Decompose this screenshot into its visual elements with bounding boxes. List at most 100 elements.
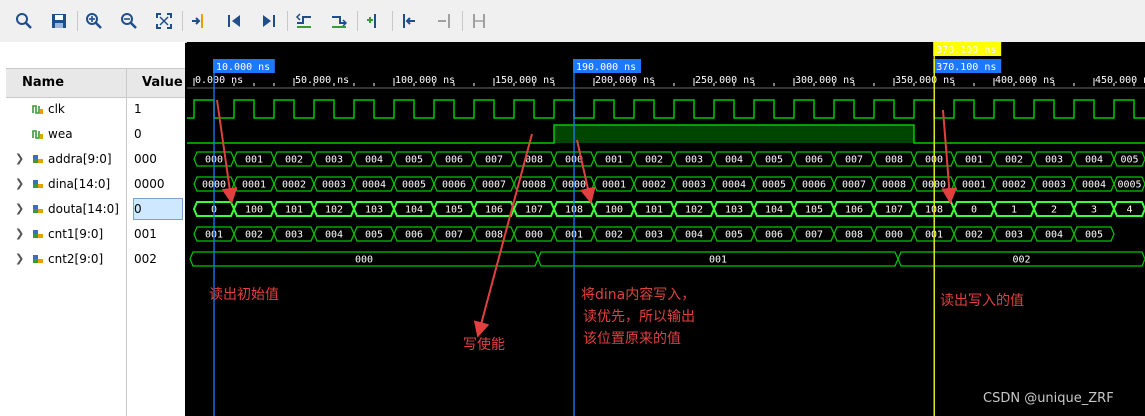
- waveform-canvas[interactable]: 0.000 ns 50.000 ns 100.000 ns 150.000 ns 200…: [187, 42, 1145, 416]
- addra-value: 007: [485, 155, 503, 166]
- wea-high-fill: [554, 125, 914, 143]
- signal-list-header: Name Value: [6, 68, 185, 98]
- swap-cursors-button[interactable]: [467, 9, 491, 33]
- douta-value: 101: [285, 205, 303, 216]
- zoom-fit-button[interactable]: [12, 9, 36, 33]
- time-tick-label: 50.000 ns: [295, 75, 349, 86]
- addra-value: 002: [1005, 155, 1023, 166]
- addra-value: 001: [605, 155, 623, 166]
- signal-value: 0000: [134, 177, 165, 191]
- addra-value: 001: [965, 155, 983, 166]
- signal-row-cnt1[interactable]: ❯ cnt1[9:0] 001: [6, 222, 185, 247]
- signal-row-douta[interactable]: ❯ douta[14:0] 0: [6, 197, 185, 222]
- cnt1-value: 000: [525, 230, 543, 241]
- signal-row-dina[interactable]: ❯ dina[14:0] 0000: [6, 172, 185, 197]
- signal-row-clk[interactable]: clk 1: [6, 97, 185, 122]
- expand-chevron-icon[interactable]: ❯: [15, 177, 24, 190]
- douta-value: 1: [1011, 205, 1017, 216]
- addra-value: 008: [885, 155, 903, 166]
- next-marker-button[interactable]: [432, 9, 456, 33]
- cnt1-value: 004: [1045, 230, 1063, 241]
- expand-chevron-icon[interactable]: ❯: [15, 227, 24, 240]
- toolbar-separator: [462, 11, 463, 31]
- toolbar-separator: [357, 11, 358, 31]
- douta-value: 4: [1126, 205, 1132, 216]
- dina-value: 0001: [602, 180, 626, 191]
- douta-value: 0: [971, 205, 977, 216]
- expand-chevron-icon[interactable]: ❯: [15, 152, 24, 165]
- dina-value: 0004: [1082, 180, 1106, 191]
- time-tick-label: 200.000 ns: [595, 75, 655, 86]
- signal-name: wea: [48, 127, 73, 141]
- addra-value: 003: [325, 155, 343, 166]
- douta-value: 106: [485, 205, 503, 216]
- signal-row-addra[interactable]: ❯ addra[9:0] 000: [6, 147, 185, 172]
- addra-value: 004: [365, 155, 383, 166]
- name-column-header[interactable]: Name: [22, 75, 64, 90]
- dina-value: 0008: [882, 180, 906, 191]
- go-to-cursor-icon: [192, 14, 203, 28]
- zoom-in-button[interactable]: [82, 9, 106, 33]
- annotation-read-written: 读出写入的值: [940, 292, 1024, 309]
- addra-value: 003: [685, 155, 703, 166]
- cnt1-value: 008: [485, 230, 503, 241]
- dina-value: 0005: [762, 180, 786, 191]
- previous-marker-button[interactable]: [397, 9, 421, 33]
- dina-value: 0008: [522, 180, 546, 191]
- save-icon: [52, 14, 66, 28]
- waveform-toolbar: [0, 0, 1145, 43]
- go-to-last-time-button[interactable]: [257, 9, 281, 33]
- cnt1-value: 002: [965, 230, 983, 241]
- zoom-out-button[interactable]: [117, 9, 141, 33]
- douta-value: 100: [245, 205, 263, 216]
- add-marker-button[interactable]: [362, 9, 386, 33]
- cnt1-value: 006: [405, 230, 423, 241]
- signal-value: 002: [134, 252, 157, 266]
- time-tick-label: 300.000 ns: [795, 75, 855, 86]
- toolbar-separator: [287, 11, 288, 31]
- signal-value: 001: [134, 227, 157, 241]
- zoom-in-icon: [86, 13, 102, 29]
- addra-value: 002: [285, 155, 303, 166]
- addra-value: 006: [805, 155, 823, 166]
- cnt1-value: 003: [285, 230, 303, 241]
- signal-value: 000: [134, 152, 157, 166]
- cnt2-value: 000: [355, 255, 373, 266]
- annotation-write-enable: 写使能: [463, 336, 505, 353]
- addra-value: 004: [725, 155, 743, 166]
- go-to-time-zero-button[interactable]: [222, 9, 246, 33]
- signal-name: clk: [48, 102, 65, 116]
- save-button[interactable]: [47, 9, 71, 33]
- addra-value: 005: [765, 155, 783, 166]
- dina-value: 0002: [1002, 180, 1026, 191]
- expand-chevron-icon[interactable]: ❯: [15, 252, 24, 265]
- dina-value: 0005: [402, 180, 426, 191]
- signal-name: douta[14:0]: [48, 202, 119, 216]
- signal-row-wea[interactable]: wea 0: [6, 122, 185, 147]
- time-tick-label: 250.000 ns: [695, 75, 755, 86]
- dina-value: 0001: [962, 180, 986, 191]
- douta-value: 107: [885, 205, 903, 216]
- go-to-cursor-button[interactable]: [187, 9, 211, 33]
- marker-370ns-label: 370.100 ns: [936, 62, 996, 73]
- annotation-read-initial: 读出初始值: [209, 286, 279, 303]
- signal-value: 0: [134, 202, 142, 216]
- previous-transition-button[interactable]: [292, 9, 316, 33]
- signal-name: addra[9:0]: [48, 152, 112, 166]
- dina-value: 0003: [682, 180, 706, 191]
- time-tick-label: 400.000 ns: [995, 75, 1055, 86]
- douta-value: 102: [685, 205, 703, 216]
- bus-signal-icon: [33, 180, 43, 188]
- expand-chevron-icon[interactable]: ❯: [15, 202, 24, 215]
- next-transition-icon: [332, 16, 348, 28]
- next-transition-button[interactable]: [327, 9, 351, 33]
- cnt1-value: 002: [605, 230, 623, 241]
- value-column-header[interactable]: Value: [142, 75, 183, 90]
- toolbar-separator: [77, 11, 78, 31]
- douta-value: 3: [1091, 205, 1097, 216]
- signal-row-cnt2[interactable]: ❯ cnt2[9:0] 002: [6, 247, 185, 272]
- time-tick-label: 450.000 ns: [1095, 75, 1145, 86]
- dina-value: 0002: [282, 180, 306, 191]
- full-view-button[interactable]: [152, 9, 176, 33]
- bus-signal-icon: [33, 255, 43, 263]
